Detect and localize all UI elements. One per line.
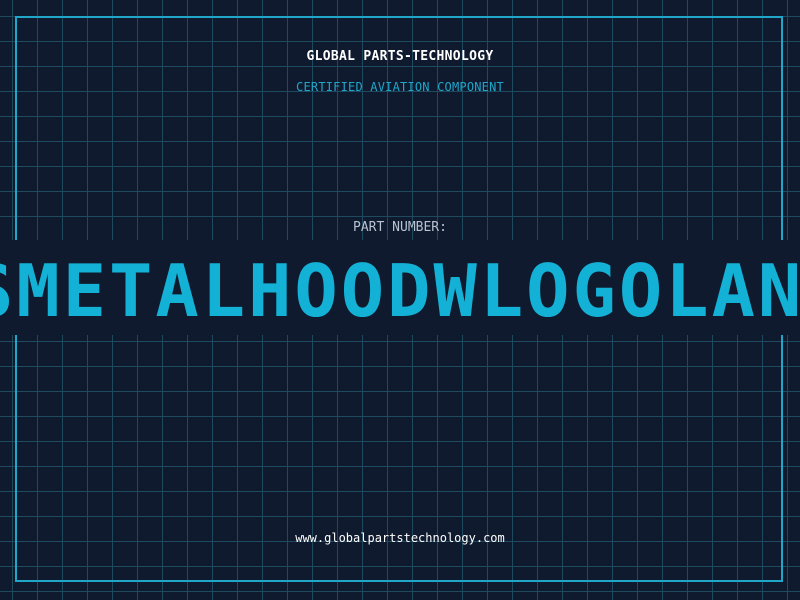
brand-title: GLOBAL PARTS-TECHNOLOGY	[306, 49, 494, 64]
part-number-value-container: SMETALHOODWLOGOLAN	[0, 251, 800, 335]
part-number-value: SMETALHOODWLOGOLAN	[0, 251, 800, 333]
certificate-canvas: GLOBAL PARTS-TECHNOLOGY CERTIFIED AVIATI…	[0, 0, 800, 600]
certification-subtitle: CERTIFIED AVIATION COMPONENT	[296, 80, 504, 94]
website-url: www.globalpartstechnology.com	[295, 531, 505, 545]
part-number-label: PART NUMBER:	[353, 220, 447, 235]
